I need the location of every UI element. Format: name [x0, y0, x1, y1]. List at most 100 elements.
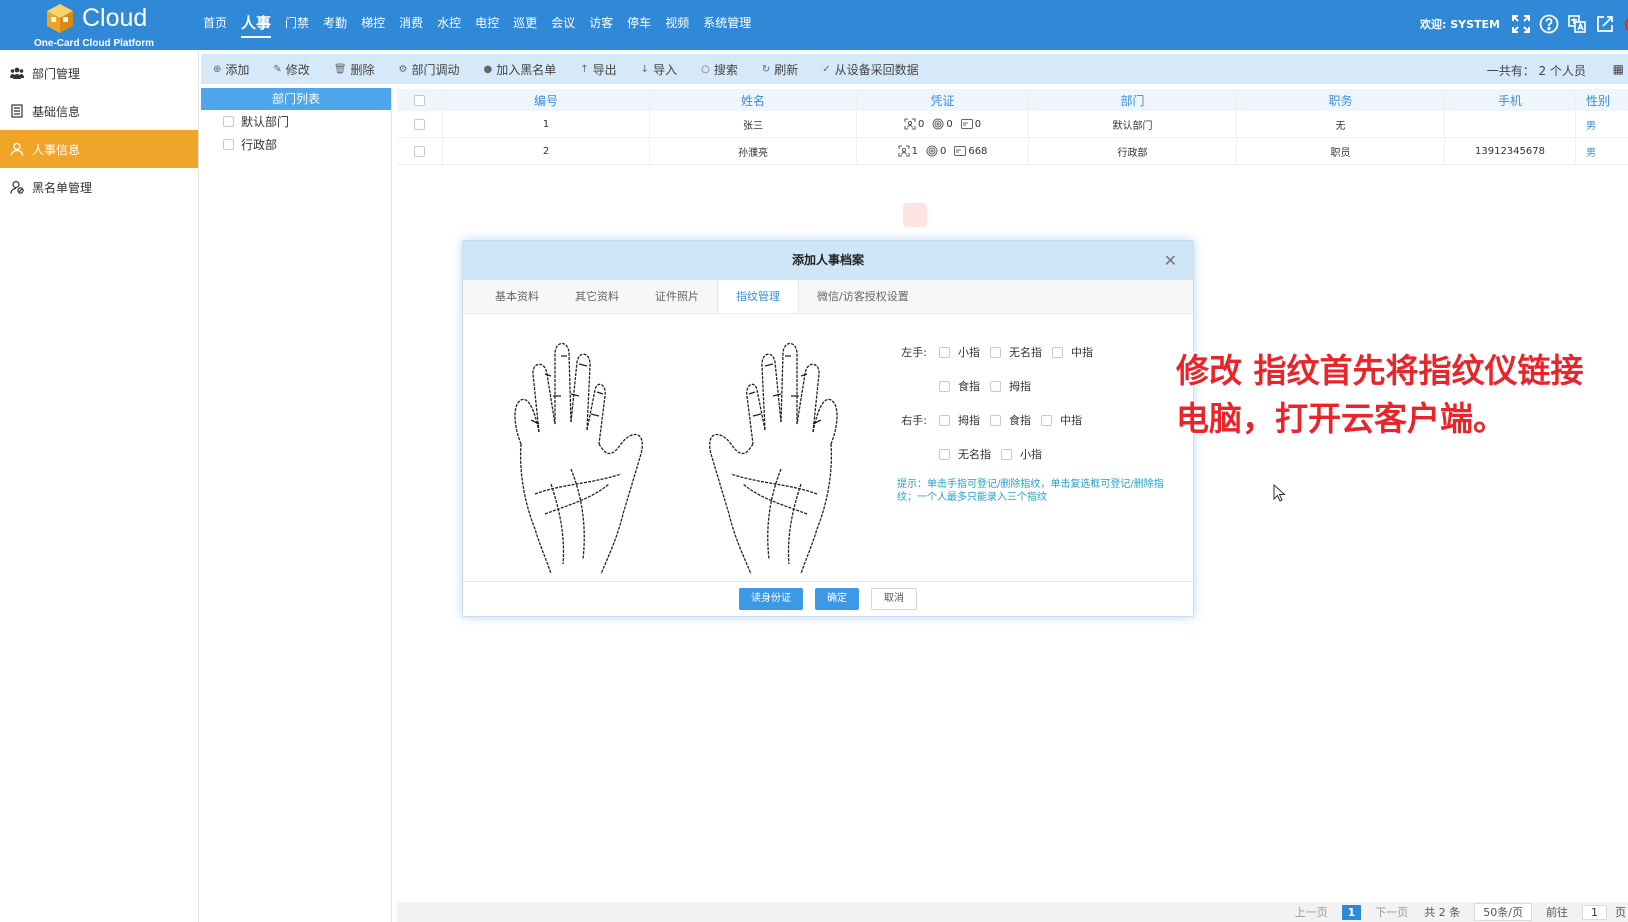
right-ring-finger[interactable]: 无名指: [939, 446, 991, 462]
left-hand-row-2: 食指 拇指: [939, 378, 1041, 394]
fetch-device-data-button[interactable]: ✓ 从设备采回数据: [810, 61, 930, 78]
left-ring-finger[interactable]: 无名指: [990, 344, 1042, 360]
nav-elevator[interactable]: 梯控: [354, 0, 392, 48]
sidebar-item-label: 黑名单管理: [32, 180, 93, 195]
table-header: 编号 姓名 凭证 部门 职务 手机 性别: [397, 89, 1628, 111]
sidebar-item-blacklist[interactable]: 黑名单管理: [0, 168, 198, 206]
nav-attendance[interactable]: 考勤: [316, 0, 354, 48]
left-index-finger[interactable]: 食指: [939, 378, 980, 394]
nav-visitor[interactable]: 访客: [582, 0, 620, 48]
delete-button[interactable]: 🗑 删除: [322, 61, 387, 78]
nav-home[interactable]: 首页: [196, 0, 234, 48]
add-blacklist-button[interactable]: ● 加入黑名单: [472, 61, 569, 78]
search-button[interactable]: ○ 搜索: [689, 61, 750, 78]
prev-page-button[interactable]: 上一页: [1295, 904, 1328, 920]
help-icon[interactable]: [1538, 13, 1560, 35]
page-1-button[interactable]: 1: [1341, 904, 1362, 920]
sidebar-item-label: 部门管理: [32, 66, 81, 81]
page-size-select[interactable]: 50条/页: [1474, 903, 1532, 921]
add-button[interactable]: ⊕ 添加: [201, 61, 261, 78]
col-phone[interactable]: 手机: [1445, 89, 1576, 111]
nav-personnel[interactable]: 人事: [234, 0, 278, 48]
col-credential[interactable]: 凭证: [857, 89, 1029, 111]
tab-fingerprint[interactable]: 指纹管理: [717, 280, 799, 313]
fingerprint-hint: 提示：单击手指可登记/删除指纹，单击复选框可登记/删除指纹；一个人最多只能录入三…: [897, 479, 1164, 503]
right-little-finger[interactable]: 小指: [1001, 446, 1042, 462]
tab-other-info[interactable]: 其它资料: [557, 280, 637, 313]
welcome-text: 欢迎: SYSTEM: [1420, 18, 1501, 31]
left-hand-row-1: 左手: 小指 无名指 中指: [901, 344, 1093, 360]
right-thumb[interactable]: 拇指: [939, 412, 980, 428]
hands-diagram[interactable]: [491, 334, 861, 574]
close-icon[interactable]: ✕: [1164, 241, 1177, 280]
nav-video[interactable]: 视频: [658, 0, 696, 48]
sidebar-item-basic-info[interactable]: 基础信息: [0, 92, 198, 130]
cancel-button[interactable]: 取消: [871, 588, 917, 610]
import-button[interactable]: ↓ 导入: [629, 61, 689, 78]
logo[interactable]: Cloud One-Card Cloud Platform: [34, 2, 184, 49]
info-icon: ●: [483, 63, 493, 75]
finger-checkbox[interactable]: [939, 414, 950, 426]
select-all-checkbox[interactable]: [414, 94, 425, 106]
table-row[interactable]: 1 张三 0 0 0 默认部门 无 男: [397, 111, 1628, 138]
col-name[interactable]: 姓名: [650, 89, 857, 111]
left-little-finger[interactable]: 小指: [939, 344, 980, 360]
row-checkbox[interactable]: [414, 118, 425, 130]
next-page-button[interactable]: 下一页: [1375, 904, 1408, 920]
nav-parking[interactable]: 停车: [620, 0, 658, 48]
nav-power[interactable]: 电控: [468, 0, 506, 48]
col-dept[interactable]: 部门: [1029, 89, 1237, 111]
refresh-button[interactable]: ↻ 刷新: [750, 61, 810, 78]
col-title[interactable]: 职务: [1237, 89, 1445, 111]
finger-checkbox[interactable]: [1001, 448, 1012, 460]
nav-system[interactable]: 系统管理: [696, 0, 758, 48]
left-thumb[interactable]: 拇指: [990, 378, 1031, 394]
finger-checkbox[interactable]: [990, 380, 1001, 392]
dept-checkbox[interactable]: [223, 139, 234, 150]
nav-consumption[interactable]: 消费: [392, 0, 430, 48]
nav-meeting[interactable]: 会议: [544, 0, 582, 48]
finger-checkbox[interactable]: [1041, 414, 1052, 426]
read-id-card-button[interactable]: 读身份证: [739, 588, 803, 610]
finger-checkbox[interactable]: [1052, 346, 1063, 358]
nav-patrol[interactable]: 巡更: [506, 0, 544, 48]
tab-basic-info[interactable]: 基本资料: [477, 280, 557, 313]
col-id[interactable]: 编号: [443, 89, 650, 111]
translate-icon[interactable]: [1566, 13, 1588, 35]
finger-checkbox[interactable]: [990, 414, 1001, 426]
dept-item-default[interactable]: 默认部门: [201, 110, 391, 133]
right-hand-icon: [709, 342, 838, 574]
nav-water[interactable]: 水控: [430, 0, 468, 48]
sidebar-item-personnel-info[interactable]: 人事信息: [0, 130, 198, 168]
dialog-tabs: 基本资料 其它资料 证件照片 指纹管理 微信/访客授权设置: [463, 280, 1193, 314]
left-middle-finger[interactable]: 中指: [1052, 344, 1093, 360]
col-gender[interactable]: 性别: [1576, 89, 1628, 111]
export-button[interactable]: ↑ 导出: [568, 61, 628, 78]
right-middle-finger[interactable]: 中指: [1041, 412, 1082, 428]
dept-transfer-button[interactable]: ⚙ 部门调动: [387, 61, 472, 78]
goto-page-input[interactable]: 1: [1582, 904, 1607, 920]
finger-checkbox[interactable]: [990, 346, 1001, 358]
ok-button[interactable]: 确定: [815, 588, 859, 610]
face-icon: [898, 145, 910, 157]
sidebar-item-dept-management[interactable]: 部门管理: [0, 54, 198, 92]
row-checkbox[interactable]: [414, 145, 425, 157]
tab-wechat-visitor[interactable]: 微信/访客授权设置: [799, 280, 927, 313]
power-icon[interactable]: [1622, 13, 1628, 35]
goto-label: 前往: [1546, 906, 1568, 919]
finger-checkbox[interactable]: [939, 448, 950, 460]
edit-external-icon[interactable]: [1594, 13, 1616, 35]
finger-checkbox[interactable]: [939, 346, 950, 358]
dept-checkbox[interactable]: [223, 116, 234, 127]
right-index-finger[interactable]: 食指: [990, 412, 1031, 428]
dept-panel: 部门列表 默认部门 行政部: [201, 88, 392, 922]
finger-checkbox[interactable]: [939, 380, 950, 392]
edit-button[interactable]: ✎ 修改: [261, 61, 321, 78]
fullscreen-icon[interactable]: [1510, 13, 1532, 35]
table-row[interactable]: 2 孙濮亮 1 0 668 行政部 职员 13912345678 男: [397, 138, 1628, 165]
dept-item-admin[interactable]: 行政部: [201, 133, 391, 156]
top-icons: [1510, 13, 1628, 35]
tab-id-photo[interactable]: 证件照片: [637, 280, 717, 313]
grid-view-icon[interactable]: ▦: [1613, 62, 1624, 76]
nav-access[interactable]: 门禁: [278, 0, 316, 48]
